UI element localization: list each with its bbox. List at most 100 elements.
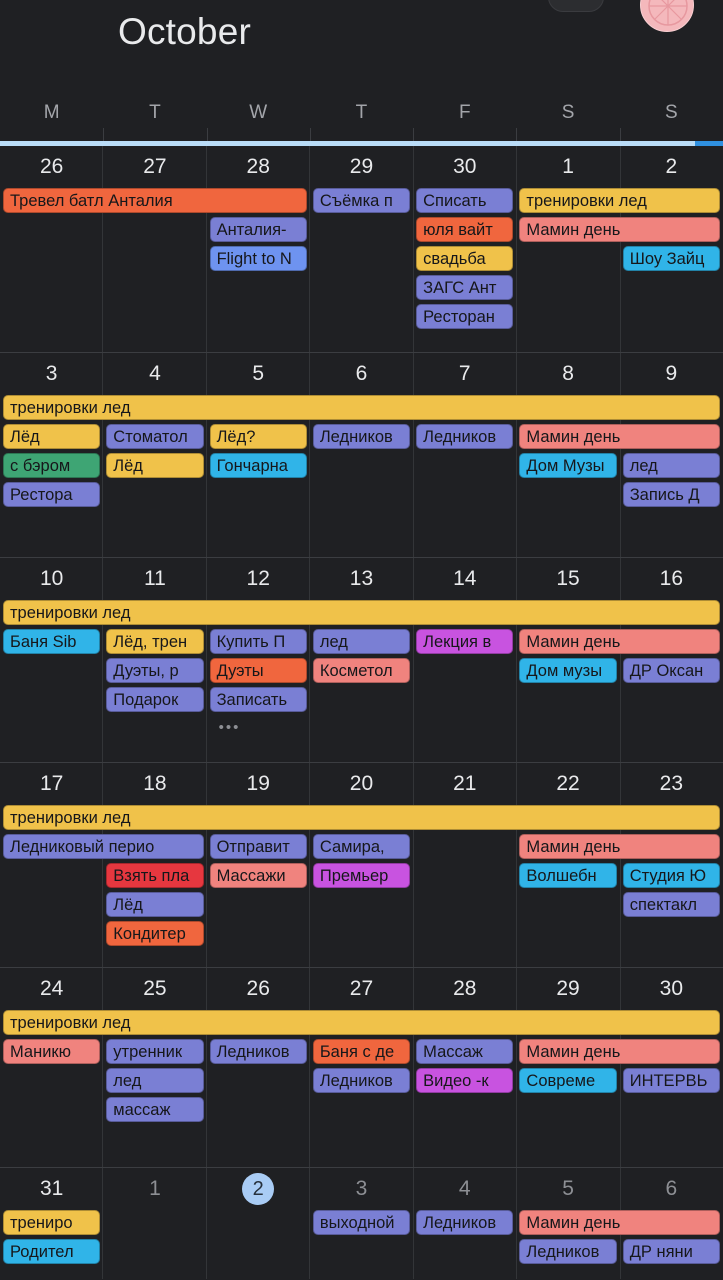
calendar-event-chip[interactable]: Мамин день <box>519 1039 720 1064</box>
calendar-event-chip[interactable]: Лёд, трен <box>106 629 204 654</box>
day-cell-4[interactable]: 4 <box>413 1168 516 1209</box>
calendar-event-chip[interactable]: Лёд <box>106 453 204 478</box>
day-cell-29[interactable]: 29 <box>310 146 413 187</box>
calendar-event-chip[interactable]: выходной <box>312 1210 411 1235</box>
day-cell-10[interactable]: 10 <box>0 558 103 599</box>
day-cell-20[interactable]: 20 <box>310 763 413 804</box>
calendar-event-chip[interactable]: ЗАГС Ант <box>416 275 514 300</box>
calendar-event-chip[interactable]: ДР Оксан <box>622 658 720 683</box>
day-cell-3[interactable]: 3 <box>310 1168 413 1209</box>
calendar-event-chip[interactable]: Дом Музы <box>519 453 617 478</box>
calendar-event-chip[interactable]: Массажи <box>209 863 307 888</box>
calendar-event-chip[interactable]: лед <box>622 453 720 478</box>
calendar-event-chip[interactable]: Ледников <box>519 1239 617 1264</box>
calendar-event-chip[interactable]: тренировки лед <box>519 188 720 213</box>
calendar-event-chip[interactable]: Лекция в <box>416 629 514 654</box>
day-cell-31[interactable]: 31 <box>0 1168 103 1209</box>
day-cell-26[interactable]: 26 <box>207 968 310 1009</box>
calendar-event-chip[interactable]: Дом музы <box>519 658 617 683</box>
day-cell-8[interactable]: 8 <box>516 353 619 394</box>
day-cell-27[interactable]: 27 <box>310 968 413 1009</box>
day-cell-17[interactable]: 17 <box>0 763 103 804</box>
day-cell-7[interactable]: 7 <box>413 353 516 394</box>
calendar-event-chip[interactable]: Косметол <box>312 658 411 683</box>
day-cell-28[interactable]: 28 <box>413 968 516 1009</box>
day-cell-3[interactable]: 3 <box>0 353 103 394</box>
day-cell-9[interactable]: 9 <box>620 353 723 394</box>
calendar-event-chip[interactable]: массаж <box>106 1097 204 1122</box>
calendar-event-chip[interactable]: Ледников <box>416 424 514 449</box>
calendar-event-chip[interactable]: Записать <box>209 687 307 712</box>
day-cell-1[interactable]: 1 <box>516 146 619 187</box>
topbar-pill-button[interactable] <box>548 0 604 12</box>
calendar-event-chip[interactable]: лед <box>106 1068 204 1093</box>
day-cell-26[interactable]: 26 <box>0 146 103 187</box>
calendar-event-chip[interactable]: Ледников <box>312 424 411 449</box>
calendar-event-chip[interactable]: Дуэты, р <box>106 658 204 683</box>
calendar-event-chip[interactable]: тренировки лед <box>3 395 720 420</box>
day-cell-6[interactable]: 6 <box>310 353 413 394</box>
calendar-event-chip[interactable]: Мамин день <box>519 1210 720 1235</box>
calendar-event-chip[interactable]: утренник <box>106 1039 204 1064</box>
calendar-event-chip[interactable]: Видео -к <box>416 1068 514 1093</box>
day-cell-5[interactable]: 5 <box>207 353 310 394</box>
calendar-event-chip[interactable]: Лёд? <box>209 424 307 449</box>
day-cell-30[interactable]: 30 <box>413 146 516 187</box>
calendar-event-chip[interactable]: юля вайт <box>416 217 514 242</box>
day-cell-28[interactable]: 28 <box>207 146 310 187</box>
calendar-event-chip[interactable]: Ледников <box>209 1039 307 1064</box>
calendar-event-chip[interactable]: Шоу Зайц <box>622 246 720 271</box>
day-cell-11[interactable]: 11 <box>103 558 206 599</box>
day-cell-4[interactable]: 4 <box>103 353 206 394</box>
calendar-event-chip[interactable]: лед <box>312 629 411 654</box>
calendar-event-chip[interactable]: Лёд <box>3 424 101 449</box>
calendar-event-chip[interactable]: свадьба <box>416 246 514 271</box>
calendar-event-chip[interactable]: Баня Sib <box>3 629 101 654</box>
calendar-event-chip[interactable]: Стоматол <box>106 424 204 449</box>
day-cell-2[interactable]: 2 <box>207 1168 310 1209</box>
calendar-event-chip[interactable]: Рестора <box>3 482 101 507</box>
calendar-event-chip[interactable]: Подарок <box>106 687 204 712</box>
calendar-event-chip[interactable]: Тревел батл Анталия <box>3 188 307 213</box>
calendar-event-chip[interactable]: Лёд <box>106 892 204 917</box>
calendar-event-chip[interactable]: Ресторан <box>416 304 514 329</box>
day-cell-2[interactable]: 2 <box>620 146 723 187</box>
calendar-event-chip[interactable]: Совреме <box>519 1068 617 1093</box>
day-cell-5[interactable]: 5 <box>516 1168 619 1209</box>
calendar-event-chip[interactable]: ДР няни <box>622 1239 720 1264</box>
calendar-event-chip[interactable]: тренировки лед <box>3 805 720 830</box>
day-cell-16[interactable]: 16 <box>620 558 723 599</box>
day-cell-12[interactable]: 12 <box>207 558 310 599</box>
day-cell-6[interactable]: 6 <box>620 1168 723 1209</box>
calendar-event-chip[interactable]: Баня с де <box>312 1039 411 1064</box>
day-cell-29[interactable]: 29 <box>516 968 619 1009</box>
day-cell-25[interactable]: 25 <box>103 968 206 1009</box>
calendar-event-chip[interactable]: Ледниковый перио <box>3 834 204 859</box>
day-cell-23[interactable]: 23 <box>620 763 723 804</box>
calendar-event-chip[interactable]: Списать <box>416 188 514 213</box>
calendar-event-chip[interactable]: Маникю <box>3 1039 101 1064</box>
calendar-event-chip[interactable]: спектакл <box>622 892 720 917</box>
calendar-event-chip[interactable]: Кондитер <box>106 921 204 946</box>
calendar-event-chip[interactable]: Запись Д <box>622 482 720 507</box>
calendar-event-chip[interactable]: трениро <box>3 1210 101 1235</box>
calendar-event-chip[interactable]: Мамин день <box>519 424 720 449</box>
calendar-event-chip[interactable]: Мамин день <box>519 217 720 242</box>
calendar-event-chip[interactable]: Анталия- <box>209 217 307 242</box>
calendar-event-chip[interactable]: Гончарна <box>209 453 307 478</box>
calendar-event-chip[interactable]: тренировки лед <box>3 1010 720 1035</box>
calendar-event-chip[interactable]: Ледников <box>416 1210 514 1235</box>
calendar-event-chip[interactable]: Flight to N <box>209 246 307 271</box>
day-cell-30[interactable]: 30 <box>620 968 723 1009</box>
day-cell-13[interactable]: 13 <box>310 558 413 599</box>
calendar-event-chip[interactable]: Ледников <box>312 1068 411 1093</box>
day-cell-22[interactable]: 22 <box>516 763 619 804</box>
more-events-indicator[interactable]: ••• <box>219 720 241 735</box>
day-cell-24[interactable]: 24 <box>0 968 103 1009</box>
day-cell-1[interactable]: 1 <box>103 1168 206 1209</box>
calendar-event-chip[interactable]: Студия Ю <box>622 863 720 888</box>
calendar-event-chip[interactable]: Премьер <box>312 863 411 888</box>
calendar-event-chip[interactable]: Съёмка п <box>312 188 411 213</box>
day-cell-21[interactable]: 21 <box>413 763 516 804</box>
calendar-event-chip[interactable]: Самира, <box>312 834 411 859</box>
